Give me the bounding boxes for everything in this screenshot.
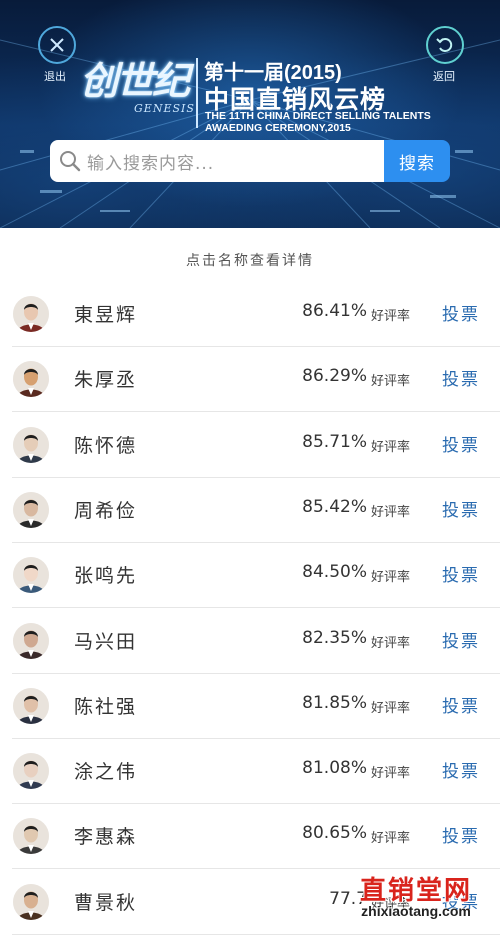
avatar[interactable] <box>13 687 49 724</box>
candidate-name[interactable]: 张鸣先 <box>74 561 137 588</box>
person-icon <box>13 622 49 659</box>
candidate-name[interactable]: 陈社强 <box>74 692 137 719</box>
event-title-en-line1: THE 11TH CHINA DIRECT SELLING TALENTS <box>205 110 431 122</box>
rating-value: 85.42% <box>302 496 367 517</box>
person-icon <box>13 818 49 855</box>
candidate-name[interactable]: 曹景秋 <box>74 888 137 915</box>
title-divider <box>196 58 198 128</box>
person-icon <box>13 426 49 463</box>
search-button[interactable]: 搜索 <box>384 140 450 182</box>
row-divider <box>12 933 500 935</box>
person-icon <box>13 296 49 332</box>
list-item[interactable]: 张鸣先 84.50% 好评率 投票 <box>0 543 500 609</box>
avatar[interactable] <box>13 426 49 463</box>
rating-value: 84.50% <box>302 562 367 583</box>
rating-value: 80.65% <box>302 823 367 844</box>
vote-button[interactable]: 投票 <box>442 561 480 586</box>
person-icon <box>13 491 49 528</box>
search-icon <box>60 151 81 172</box>
list-hint: 点击名称查看详情 <box>186 253 314 269</box>
candidate-name[interactable]: 東昱辉 <box>74 300 137 327</box>
list-item[interactable]: 李惠森 80.65% 好评率 投票 <box>0 804 500 870</box>
avatar[interactable] <box>13 491 49 528</box>
candidate-name[interactable]: 周希俭 <box>74 496 137 523</box>
genesis-logo: 创世纪 <box>80 58 190 103</box>
candidate-name[interactable]: 陈怀德 <box>74 431 137 458</box>
rating-label: 好评率 <box>371 700 411 716</box>
close-icon <box>50 38 64 52</box>
exit-button[interactable] <box>38 26 76 64</box>
list-item[interactable]: 马兴田 82.35% 好评率 投票 <box>0 609 500 674</box>
candidate-name[interactable]: 朱厚丞 <box>74 365 137 392</box>
rating-label: 好评率 <box>371 374 411 390</box>
watermark-en: zhixiaotang.com <box>361 903 471 919</box>
exit-label[interactable]: 退出 <box>44 68 66 84</box>
back-arrow-icon <box>436 38 453 52</box>
candidate-name[interactable]: 马兴田 <box>74 627 137 654</box>
search-input[interactable]: 输入搜索内容... <box>50 140 384 182</box>
rating-label: 好评率 <box>371 570 411 586</box>
vote-button[interactable]: 投票 <box>442 300 480 325</box>
rating-value: 82.35% <box>302 627 367 648</box>
person-icon <box>13 687 49 724</box>
list-item[interactable]: 涂之伟 81.08% 好评率 投票 <box>0 739 500 805</box>
person-icon <box>13 753 49 790</box>
rating-value: 81.85% <box>302 692 367 713</box>
rating-value: 86.29% <box>302 366 367 387</box>
vote-button[interactable]: 投票 <box>442 496 480 521</box>
rating-label: 好评率 <box>371 831 411 847</box>
list-item[interactable]: 東昱辉 86.41% 好评率 投票 <box>0 282 500 347</box>
rating-label: 好评率 <box>371 766 411 782</box>
vote-button[interactable]: 投票 <box>442 757 480 782</box>
rating-label: 好评率 <box>371 309 411 324</box>
search-placeholder: 输入搜索内容... <box>87 153 215 174</box>
vote-button[interactable]: 投票 <box>442 431 480 456</box>
rating-value: 85.71% <box>302 431 367 452</box>
candidate-name[interactable]: 李惠森 <box>74 822 137 849</box>
vote-button[interactable]: 投票 <box>442 627 480 652</box>
avatar[interactable] <box>13 753 49 790</box>
person-icon <box>13 557 49 594</box>
search-bar: 输入搜索内容... 搜索 <box>50 140 450 182</box>
event-title-en-line2: AWAEDING CEREMONY,2015 <box>205 122 351 134</box>
list-item[interactable]: 周希俭 85.42% 好评率 投票 <box>0 478 500 543</box>
avatar[interactable] <box>13 883 49 920</box>
back-button[interactable] <box>426 26 464 64</box>
rating-label: 好评率 <box>371 635 411 651</box>
rating-value: 81.08% <box>302 758 367 779</box>
rating-value: 86.41% <box>302 301 367 321</box>
rating-label: 好评率 <box>371 504 411 520</box>
person-icon <box>13 883 49 920</box>
back-label[interactable]: 返回 <box>433 68 455 84</box>
person-icon <box>13 361 49 398</box>
avatar[interactable] <box>13 361 49 398</box>
list-item[interactable]: 朱厚丞 86.29% 好评率 投票 <box>0 347 500 413</box>
genesis-logo-sub: GENESIS <box>134 102 195 115</box>
candidate-name[interactable]: 涂之伟 <box>74 757 137 784</box>
vote-button[interactable]: 投票 <box>442 692 480 717</box>
list-item[interactable]: 陈社强 81.85% 好评率 投票 <box>0 674 500 739</box>
avatar[interactable] <box>13 818 49 855</box>
vote-button[interactable]: 投票 <box>442 365 480 390</box>
avatar[interactable] <box>13 622 49 659</box>
header-banner: 退出 返回 创世纪 GENESIS 第十一届(2015) 中国直销风云榜 THE… <box>0 0 500 228</box>
watermark-cn: 直销堂网 <box>359 876 472 906</box>
avatar[interactable] <box>13 557 49 594</box>
vote-button[interactable]: 投票 <box>442 822 480 847</box>
avatar[interactable] <box>13 296 49 332</box>
list-item[interactable]: 陈怀德 85.71% 好评率 投票 <box>0 413 500 478</box>
rating-label: 好评率 <box>371 439 411 455</box>
watermark: 直销堂网 zhixiaotang.com <box>336 870 496 926</box>
